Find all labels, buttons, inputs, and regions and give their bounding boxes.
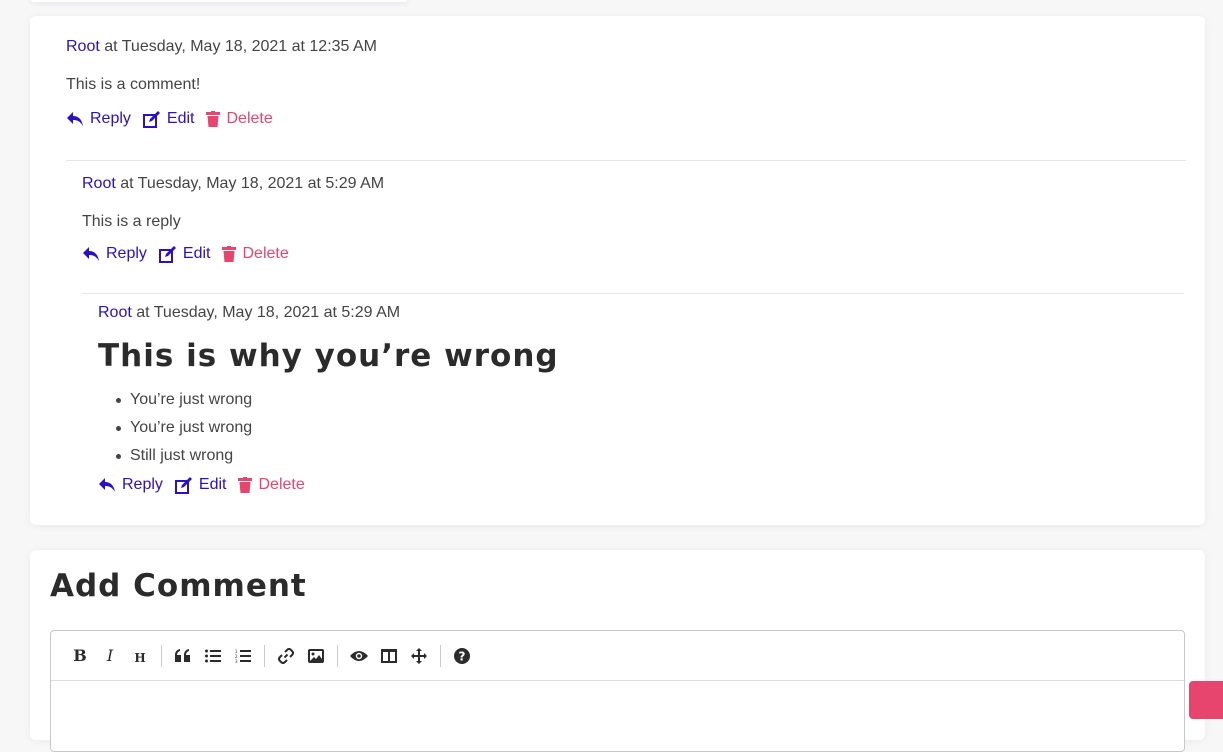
list-item: Still just wrong [98, 442, 559, 470]
svg-text:?: ? [459, 649, 466, 663]
add-comment-card: Add Comment B I H 123 ? [30, 550, 1205, 752]
delete-label: Delete [258, 476, 305, 493]
markdown-editor[interactable]: B I H 123 ? [50, 630, 1185, 752]
previous-card-edge [30, 0, 408, 2]
comment-actions: Reply Edit Delete [98, 476, 559, 494]
comment-meta: Root at Tuesday, May 18, 2021 at 5:29 AM [98, 304, 559, 322]
ordered-list-icon[interactable]: 123 [228, 641, 258, 671]
toolbar-separator [161, 644, 162, 667]
toolbar-separator [264, 644, 265, 667]
edit-button[interactable]: Edit [142, 110, 195, 128]
editor-text-area[interactable] [51, 681, 1184, 751]
help-icon[interactable]: ? [447, 641, 477, 671]
comment-timestamp: at Tuesday, May 18, 2021 at 12:35 AM [99, 38, 378, 55]
delete-label: Delete [242, 245, 289, 262]
comment-actions: Reply Edit Delete [82, 245, 384, 263]
reply-label: Reply [90, 110, 131, 127]
svg-text:3: 3 [235, 659, 238, 663]
delete-button[interactable]: Delete [222, 245, 289, 263]
edit-button[interactable]: Edit [174, 476, 227, 494]
comment-actions: Reply Edit Delete [66, 110, 377, 128]
toolbar-separator [337, 644, 338, 667]
heading-icon[interactable]: H [125, 639, 155, 673]
trash-icon [206, 111, 221, 127]
comment-bullet-list: You’re just wrong You’re just wrong Stil… [98, 386, 559, 470]
reply-label: Reply [106, 245, 147, 262]
edit-icon [174, 476, 192, 494]
corner-badge[interactable] [1189, 681, 1223, 719]
fullscreen-icon[interactable] [404, 641, 434, 671]
edit-button[interactable]: Edit [158, 245, 211, 263]
reply-button[interactable]: Reply [66, 110, 131, 128]
image-icon[interactable] [301, 641, 331, 671]
list-item: You’re just wrong [98, 386, 559, 414]
edit-label: Edit [182, 245, 211, 262]
edit-label: Edit [198, 476, 227, 493]
delete-button[interactable]: Delete [238, 476, 305, 494]
editor-toolbar: B I H 123 ? [51, 631, 1184, 681]
comment-author[interactable]: Root [98, 304, 132, 321]
edit-label: Edit [166, 110, 195, 127]
reply-label: Reply [122, 476, 163, 493]
comment: Root at Tuesday, May 18, 2021 at 12:35 A… [66, 38, 377, 128]
italic-icon[interactable]: I [95, 641, 125, 671]
comment-reply-nested: Root at Tuesday, May 18, 2021 at 5:29 AM… [98, 304, 559, 494]
comment-meta: Root at Tuesday, May 18, 2021 at 12:35 A… [66, 38, 377, 56]
add-comment-title: Add Comment [50, 568, 307, 604]
side-by-side-icon[interactable] [374, 641, 404, 671]
reply-icon [83, 247, 99, 261]
divider [66, 160, 1186, 161]
bold-icon[interactable]: B [65, 641, 95, 671]
delete-button[interactable]: Delete [206, 110, 273, 128]
reply-button[interactable]: Reply [98, 476, 163, 494]
edit-icon [158, 245, 176, 263]
quote-icon[interactable] [168, 641, 198, 671]
comment-timestamp: at Tuesday, May 18, 2021 at 5:29 AM [115, 175, 385, 192]
trash-icon [222, 246, 237, 262]
comment-author[interactable]: Root [66, 38, 100, 55]
link-icon[interactable] [271, 641, 301, 671]
reply-icon [99, 478, 115, 492]
comments-card: Root at Tuesday, May 18, 2021 at 12:35 A… [30, 16, 1205, 525]
comment-body: This is a reply [82, 213, 181, 230]
reply-button[interactable]: Reply [82, 245, 147, 263]
preview-icon[interactable] [344, 641, 374, 671]
comment-timestamp: at Tuesday, May 18, 2021 at 5:29 AM [131, 304, 401, 321]
trash-icon [238, 477, 253, 493]
comment-meta: Root at Tuesday, May 18, 2021 at 5:29 AM [82, 175, 384, 193]
toolbar-separator [440, 644, 441, 667]
comment-body: This is a comment! [66, 76, 201, 93]
unordered-list-icon[interactable] [198, 641, 228, 671]
list-item: You’re just wrong [98, 414, 559, 442]
divider [82, 293, 1184, 294]
comment-reply: Root at Tuesday, May 18, 2021 at 5:29 AM… [82, 175, 384, 263]
edit-icon [142, 110, 160, 128]
delete-label: Delete [226, 110, 273, 127]
comment-heading: This is why you’re wrong [98, 338, 559, 374]
reply-icon [67, 112, 83, 126]
comment-author[interactable]: Root [82, 175, 116, 192]
